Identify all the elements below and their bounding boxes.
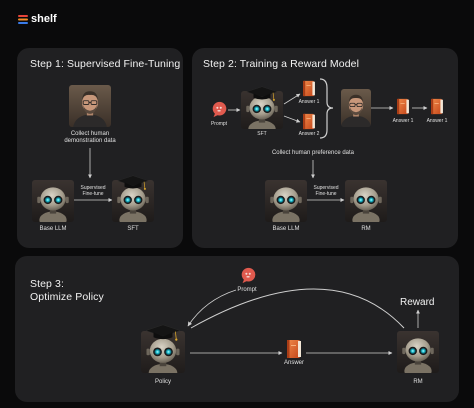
step3-reward-label: Reward bbox=[400, 297, 435, 308]
step3-rm-label: RM bbox=[413, 379, 423, 385]
step3-rm-robot-icon bbox=[397, 331, 439, 373]
step3-answer-label: Answer bbox=[283, 360, 304, 366]
step3-answer-book-icon bbox=[286, 339, 302, 359]
